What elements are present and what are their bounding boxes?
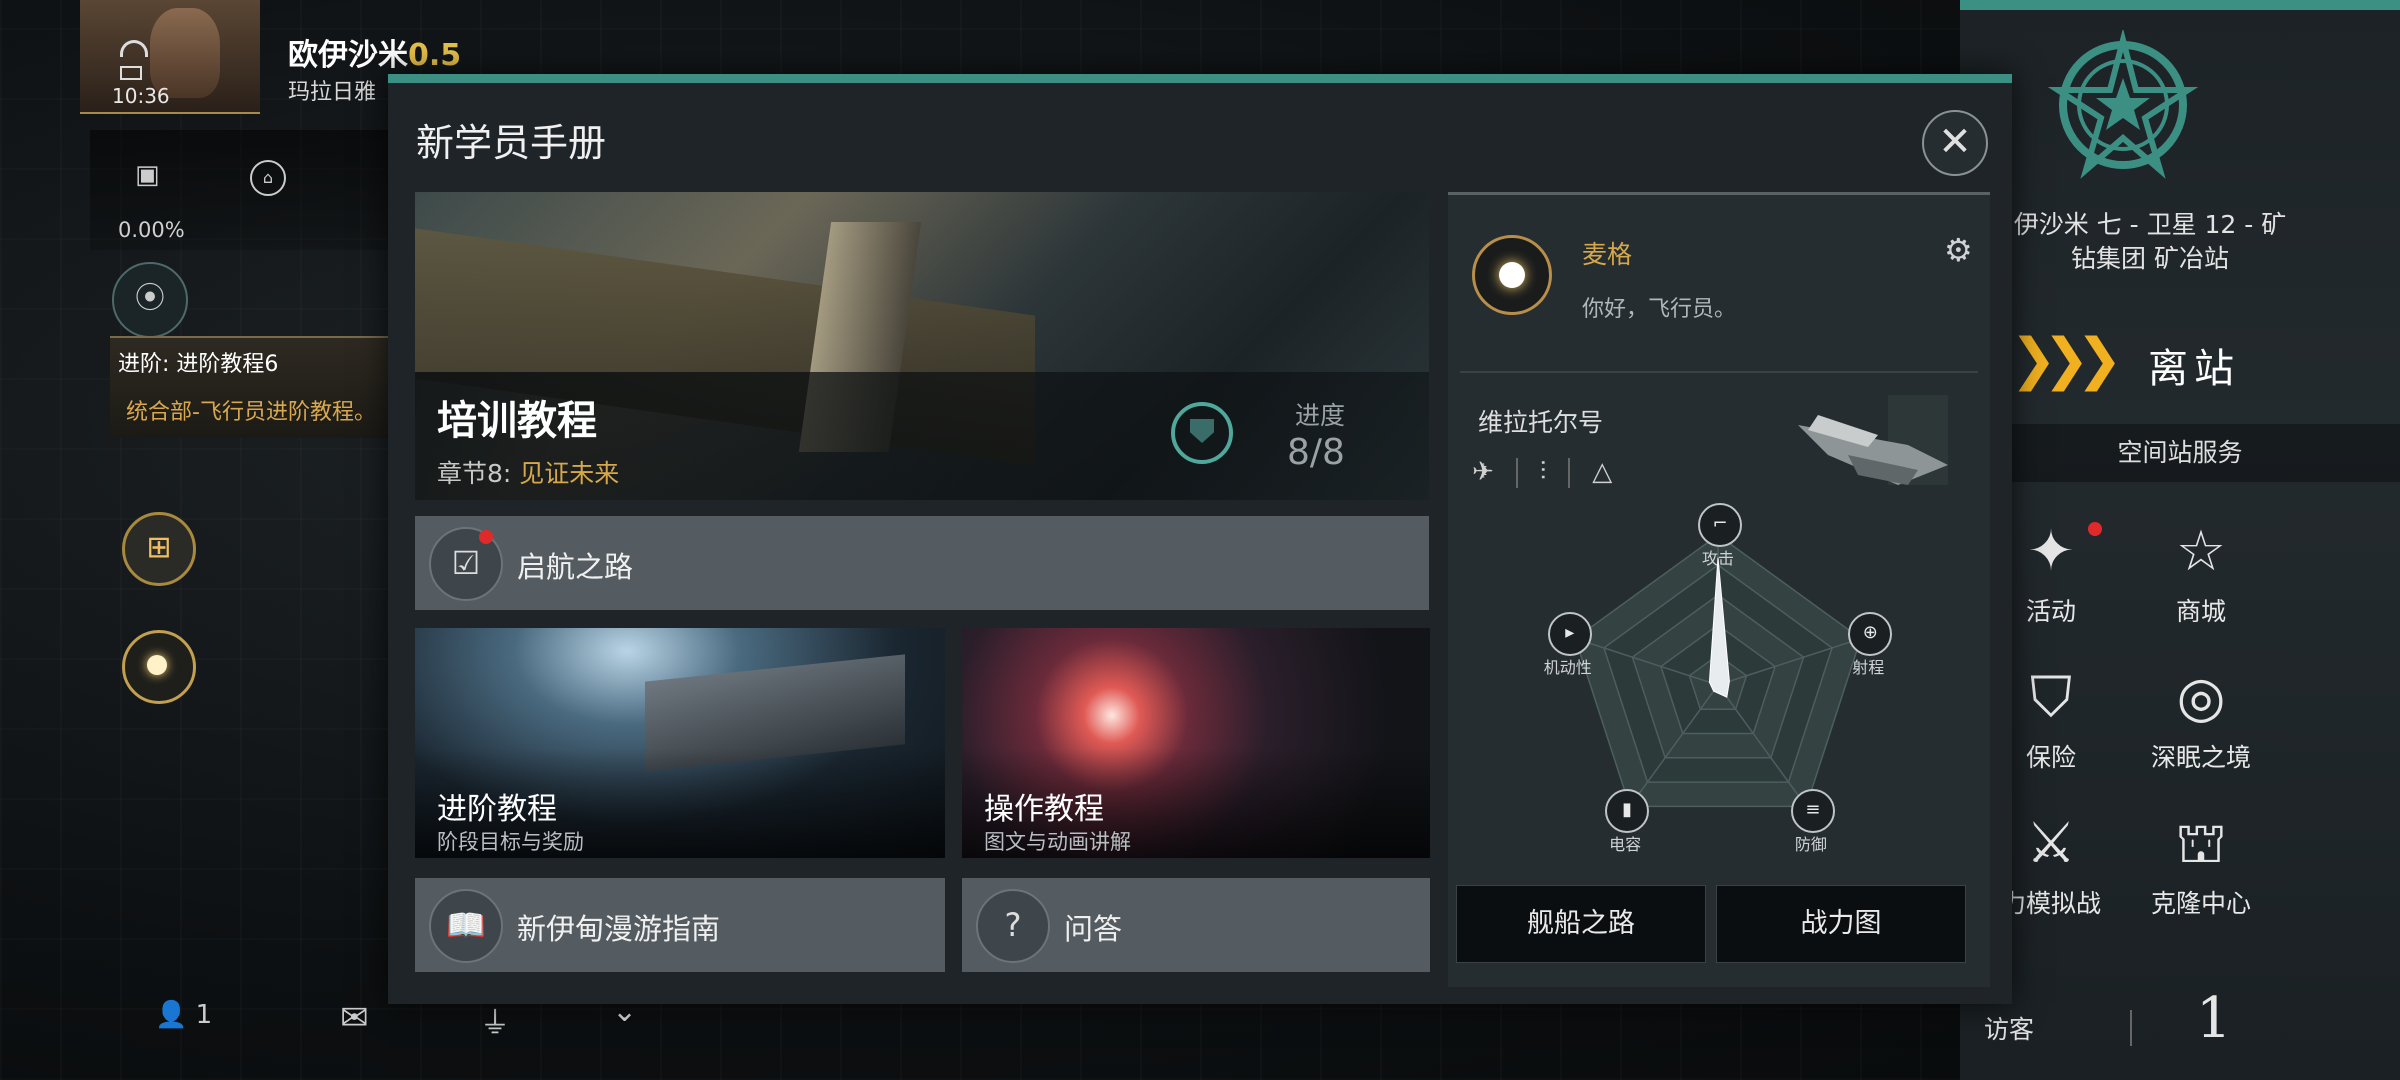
service-clone-center-label: 克隆中心	[2150, 889, 2251, 918]
combat-power-button[interactable]: 战力图	[1716, 885, 1966, 963]
station-name: 伊沙米 七 - 卫星 12 - 矿 钻集团 矿冶站	[2000, 208, 2300, 276]
separator	[1515, 457, 1518, 488]
cargo-percent: 0.00%	[118, 218, 185, 242]
banner-chapter: 章节8: 见证未来	[437, 454, 619, 490]
right-panel-accent	[1960, 0, 2400, 10]
gear-icon[interactable]: ⚙	[1944, 231, 1973, 269]
agility-icon: ▸	[1547, 612, 1592, 657]
cargo-icon[interactable]: ▣	[135, 160, 163, 190]
station-services-header: 空间站服务	[1960, 424, 2400, 482]
visitors[interactable]: 访客 1	[1960, 986, 2400, 1060]
pilot-greeting: 你好，飞行员。	[1582, 297, 1737, 322]
progress-label: 进度	[1295, 401, 1346, 430]
operation-tutorial-subtitle: 图文与动画讲解	[984, 830, 1131, 854]
service-deep-sleep[interactable]: ◎ 深眠之境	[2136, 658, 2266, 788]
book-icon: 📖	[429, 889, 503, 963]
qa-button[interactable]: ? 问答	[962, 878, 1430, 972]
agency-button[interactable]	[122, 630, 196, 704]
system-name-text: 欧伊沙米	[288, 38, 408, 73]
radar-axis-label: 电容	[1609, 834, 1642, 854]
filter-icon[interactable]: ⏚	[480, 998, 510, 1042]
separator	[1568, 457, 1571, 488]
ship-attribute-icons: ✈ ⫶ △	[1472, 457, 1634, 488]
station-name-line1: 伊沙米 七 - 卫星 12 - 矿	[2013, 210, 2287, 239]
chapter-prefix: 章节8:	[437, 459, 512, 488]
notification-dot	[479, 530, 493, 544]
new-cadet-handbook-dialog: 新学员手册 ✕ 培训教程 章节8: 见证未来 进度 8/8 ☑ 启航之路 进阶教…	[388, 74, 2012, 1004]
defense-icon: ≡	[1790, 788, 1835, 833]
visitor-divider	[2130, 1010, 2132, 1046]
character-portrait[interactable]	[80, 0, 260, 114]
new-eden-guide-label: 新伊甸漫游指南	[517, 912, 721, 946]
qa-label: 问答	[1064, 912, 1123, 946]
ship-tier-icon: △	[1592, 457, 1613, 487]
deep-sleep-icon: ◎	[2176, 665, 2226, 730]
chevron-badge-icon	[1171, 402, 1233, 464]
gift-icon: ⊞	[146, 530, 172, 565]
store-icon: ☆	[2175, 519, 2227, 584]
launch-path-button[interactable]: ☑ 启航之路	[415, 516, 1429, 610]
advanced-tutorial-card[interactable]: 进阶教程 阶段目标与奖励	[415, 628, 945, 858]
people-icon: 👤	[155, 1000, 188, 1030]
banner-title: 培训教程	[437, 398, 597, 444]
ship-name: 维拉托尔号	[1478, 408, 1604, 437]
radar-axis-label: 防御	[1794, 834, 1827, 854]
station-name-line2: 钻集团 矿冶站	[2071, 244, 2229, 273]
advanced-tutorial-subtitle: 阶段目标与奖励	[437, 830, 584, 854]
service-clone-center[interactable]: ⛫ 克隆中心	[2136, 804, 2266, 934]
close-icon: ✕	[1938, 119, 1972, 165]
gift-button[interactable]: ⊞	[122, 512, 196, 586]
capacitor-icon: ▮	[1605, 788, 1650, 833]
mission-title: 进阶: 进阶教程6	[118, 352, 279, 377]
service-store[interactable]: ☆ 商城	[2136, 512, 2266, 642]
region-name: 玛拉日雅	[288, 80, 377, 105]
ship-path-button[interactable]: 舰船之路	[1456, 885, 1706, 963]
dialog-accent-bar	[388, 74, 2012, 83]
mail-icon[interactable]: ✉	[340, 998, 369, 1038]
radar-axis-label: 攻击	[1701, 549, 1734, 568]
radar-axis-label: 射程	[1852, 658, 1885, 678]
visitor-label: 访客	[1984, 1015, 2035, 1044]
radar-axis-label: 机动性	[1543, 658, 1592, 678]
undock-arrows-icon: ❯❯❯	[2010, 327, 2123, 392]
undock-button[interactable]: ❯❯❯ 离站	[2010, 327, 2350, 393]
player-count: 1	[195, 1000, 213, 1030]
new-eden-guide-button[interactable]: 📖 新伊甸漫游指南	[415, 878, 945, 972]
operation-tutorial-title: 操作教程	[984, 792, 1104, 827]
close-button[interactable]: ✕	[1922, 110, 1988, 176]
pilot-avatar	[1472, 235, 1552, 315]
undock-label: 离站	[2148, 346, 2240, 392]
clock: 10:36	[112, 84, 170, 108]
training-tutorial-banner[interactable]: 培训教程 章节8: 见证未来 进度 8/8	[415, 192, 1429, 500]
operation-tutorial-card[interactable]: 操作教程 图文与动画讲解	[962, 628, 1430, 858]
progress-value: 8/8	[1287, 432, 1345, 473]
chapter-name: 见证未来	[519, 459, 620, 488]
attack-icon: ⌐	[1698, 503, 1742, 547]
dialog-title: 新学员手册	[416, 121, 607, 165]
service-deep-sleep-label: 深眠之境	[2150, 743, 2251, 772]
ship-info-panel: 麦格 你好，飞行员。 ⚙ 维拉托尔号 ✈ ⫶ △ ⌐ 攻击 ⊕ 射程 ≡ 防御 ▮ 电容 ▸ 机动性 …	[1448, 192, 1990, 987]
ship-class-icon: ✈	[1472, 457, 1494, 487]
pilot-name: 麦格	[1582, 240, 1633, 269]
divider	[1460, 371, 1978, 373]
location-icon: ⦿	[135, 281, 165, 316]
ship-image[interactable]	[1788, 385, 1958, 505]
question-icon: ?	[976, 889, 1050, 963]
location-button[interactable]: ⦿	[112, 262, 188, 338]
ship-faction-icon: ⫶	[1539, 457, 1547, 487]
system-name[interactable]: 欧伊沙米0.5	[288, 30, 461, 74]
corporation-logo	[2048, 30, 2198, 179]
advanced-tutorial-title: 进阶教程	[437, 792, 557, 827]
clone-center-icon: ⛫	[2175, 811, 2227, 876]
service-store-label: 商城	[2175, 597, 2226, 626]
launch-path-label: 启航之路	[517, 550, 634, 584]
local-chat-button[interactable]: 👤 1	[155, 1000, 212, 1030]
station-icon[interactable]: ⌂	[250, 160, 286, 196]
visitor-count: 1	[2196, 986, 2232, 1051]
battery-icon	[120, 66, 142, 80]
notification-dot	[2088, 522, 2102, 536]
mission-description: 统合部-飞行员进阶教程。	[126, 400, 376, 425]
security-status: 0.5	[408, 38, 462, 73]
